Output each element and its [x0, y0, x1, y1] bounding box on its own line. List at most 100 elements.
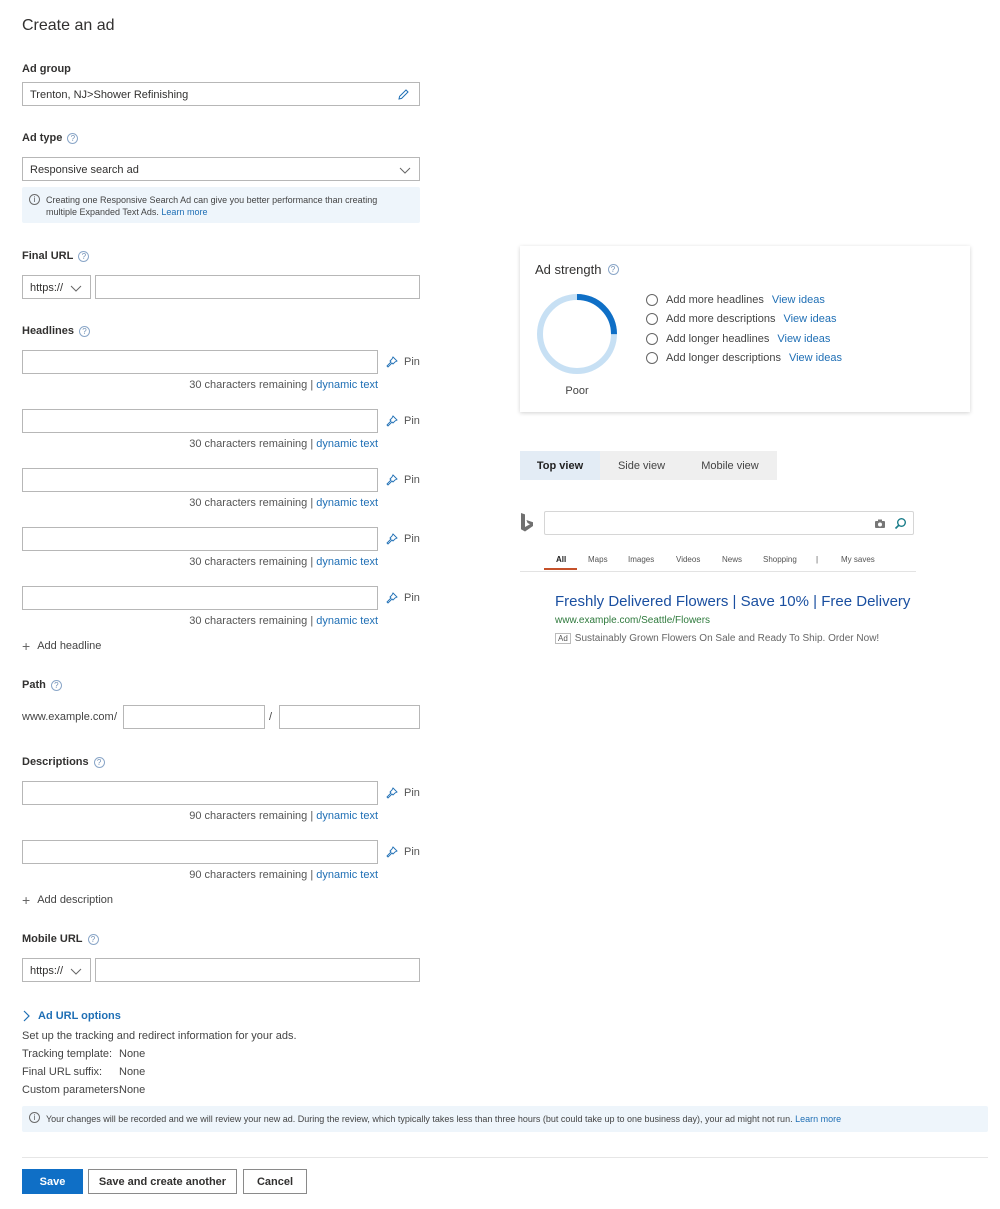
cancel-button[interactable]: Cancel [243, 1169, 307, 1194]
suggestion-item: Add more descriptions View ideas [646, 310, 842, 330]
radio-button[interactable] [646, 293, 658, 306]
serp-tab-shopping[interactable]: Shopping [763, 555, 797, 564]
view-ideas-link[interactable]: View ideas [777, 333, 830, 345]
pin-button[interactable]: Pin [386, 415, 420, 427]
view-ideas-link[interactable]: View ideas [789, 352, 842, 364]
headline-input[interactable] [22, 409, 378, 433]
ad-type-value: Responsive search ad [30, 164, 139, 176]
help-icon[interactable]: ? [50, 679, 62, 691]
help-icon[interactable]: ? [78, 250, 90, 262]
add-headline-button[interactable]: + Add headline [22, 639, 101, 653]
serp-tab-my-saves[interactable]: My saves [841, 555, 875, 564]
plus-icon: + [22, 891, 31, 908]
final-url-protocol-select[interactable]: https:// [22, 275, 91, 299]
radio-button[interactable] [646, 313, 658, 326]
serp-tab-maps[interactable]: Maps [588, 555, 608, 564]
pin-icon [386, 415, 398, 427]
pin-button[interactable]: Pin [386, 474, 420, 486]
save-button[interactable]: Save [22, 1169, 83, 1194]
ad-group-field[interactable]: Trenton, NJ>Shower Refinishing [22, 82, 420, 106]
ad-type-info-box: i Creating one Responsive Search Ad can … [22, 187, 420, 223]
info-icon: i [29, 1112, 40, 1123]
description-input[interactable] [22, 781, 378, 805]
info-icon: i [29, 194, 40, 205]
mobile-url-label: Mobile URL ? [22, 933, 99, 945]
view-ideas-link[interactable]: View ideas [783, 313, 836, 325]
learn-more-link[interactable]: Learn more [795, 1114, 841, 1124]
ad-strength-heading: Ad strength ? [535, 262, 619, 277]
tracking-template-key: Tracking template: [22, 1048, 113, 1060]
radio-button[interactable] [646, 332, 658, 345]
path2-input[interactable] [279, 705, 420, 729]
ad-preview-title[interactable]: Freshly Delivered Flowers | Save 10% | F… [555, 593, 910, 610]
ad-url-options-toggle[interactable]: Ad URL options [22, 1010, 121, 1022]
dynamic-text-link[interactable]: dynamic text [316, 379, 378, 391]
ad-strength-suggestions: Add more headlines View ideas Add more d… [646, 290, 842, 368]
pin-icon [386, 474, 398, 486]
search-icon[interactable] [894, 517, 907, 530]
help-icon[interactable]: ? [93, 756, 105, 768]
mobile-url-input[interactable] [95, 958, 420, 982]
help-icon[interactable]: ? [607, 264, 619, 275]
ad-preview-url: www.example.com/Seattle/Flowers [555, 615, 711, 626]
description-input[interactable] [22, 840, 378, 864]
pin-button[interactable]: Pin [386, 787, 420, 799]
suggestion-item: Add longer headlines View ideas [646, 329, 842, 349]
dynamic-text-link[interactable]: dynamic text [316, 810, 378, 822]
ad-strength-rating: Poor [565, 385, 589, 397]
pin-button[interactable]: Pin [386, 846, 420, 858]
dynamic-text-link[interactable]: dynamic text [316, 556, 378, 568]
serp-tab-videos[interactable]: Videos [676, 555, 700, 564]
add-description-button[interactable]: + Add description [22, 891, 113, 908]
learn-more-link[interactable]: Learn more [161, 207, 207, 217]
dynamic-text-link[interactable]: dynamic text [316, 615, 378, 627]
save-and-create-another-button[interactable]: Save and create another [88, 1169, 237, 1194]
headline-input[interactable] [22, 586, 378, 610]
pin-button[interactable]: Pin [386, 356, 420, 368]
serp-tab-all[interactable]: All [556, 555, 566, 564]
final-url-input[interactable] [95, 275, 420, 299]
serp-active-underline [544, 568, 577, 570]
description-remaining: 90 characters remaining | dynamic text [189, 810, 378, 822]
tab-side-view[interactable]: Side view [600, 451, 683, 480]
dynamic-text-link[interactable]: dynamic text [316, 438, 378, 450]
dynamic-text-link[interactable]: dynamic text [316, 497, 378, 509]
headline-input[interactable] [22, 527, 378, 551]
mobile-url-protocol-select[interactable]: https:// [22, 958, 91, 982]
pin-icon [386, 356, 398, 368]
dynamic-text-link[interactable]: dynamic text [316, 869, 378, 881]
ad-type-info-text: Creating one Responsive Search Ad can gi… [46, 195, 378, 217]
headline-remaining: 30 characters remaining | dynamic text [189, 615, 378, 627]
edit-pencil-icon[interactable] [397, 88, 410, 101]
description-remaining: 90 characters remaining | dynamic text [189, 869, 378, 881]
view-ideas-link[interactable]: View ideas [772, 294, 825, 306]
ad-type-select[interactable]: Responsive search ad [22, 157, 420, 181]
tab-top-view[interactable]: Top view [520, 451, 600, 480]
headline-input[interactable] [22, 350, 378, 374]
custom-parameters-key: Custom parameters: [22, 1084, 122, 1096]
path1-input[interactable] [123, 705, 265, 729]
tab-mobile-view[interactable]: Mobile view [683, 451, 777, 480]
bing-logo-icon [521, 513, 533, 532]
help-icon[interactable]: ? [67, 132, 79, 144]
serp-tab-separator: | [816, 555, 819, 564]
final-url-label: Final URL ? [22, 250, 90, 262]
radio-button[interactable] [646, 352, 658, 365]
pin-icon [386, 846, 398, 858]
path-domain: www.example.com [22, 711, 114, 723]
ad-badge: Ad [555, 633, 571, 644]
serp-tab-images[interactable]: Images [628, 555, 654, 564]
help-icon[interactable]: ? [87, 933, 99, 945]
review-notice: i Your changes will be recorded and we w… [22, 1106, 988, 1132]
camera-icon[interactable] [874, 518, 886, 529]
pin-icon [386, 533, 398, 545]
serp-tab-news[interactable]: News [722, 555, 742, 564]
chevron-right-icon [23, 1010, 30, 1022]
help-icon[interactable]: ? [78, 325, 90, 337]
ad-preview-description: Sustainably Grown Flowers On Sale and Re… [574, 633, 880, 644]
serp-search-box[interactable] [544, 511, 914, 535]
pin-button[interactable]: Pin [386, 592, 420, 604]
headline-input[interactable] [22, 468, 378, 492]
headline-remaining: 30 characters remaining | dynamic text [189, 497, 378, 509]
pin-button[interactable]: Pin [386, 533, 420, 545]
